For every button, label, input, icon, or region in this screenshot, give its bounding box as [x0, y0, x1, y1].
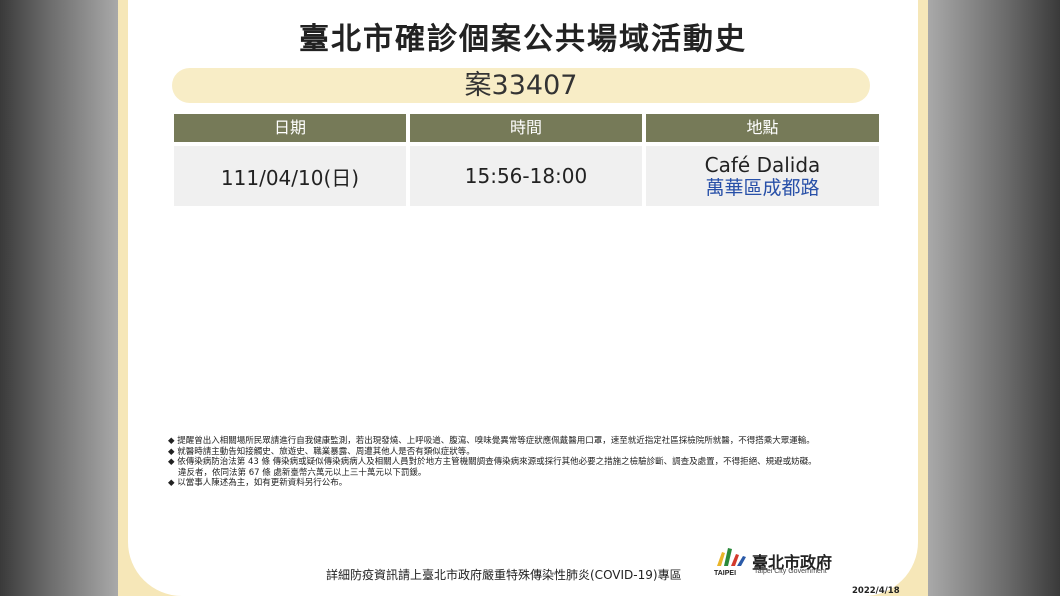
note-item: ◆ 以當事人陳述為主，如有更新資料另行公布。 — [168, 478, 348, 488]
case-id-badge: 案33407 — [172, 68, 870, 103]
taipei-logo-icon — [717, 548, 746, 566]
page-title: 臺北市確診個案公共場域活動史 — [299, 22, 747, 57]
note-item: ◆ 就醫時請主動告知接觸史、旅遊史、職業暴露、周遭其他人是否有類似症狀等。 — [168, 446, 475, 457]
place-name: Café Dalida — [704, 153, 821, 177]
place-area: 萬華區成都路 — [705, 177, 820, 199]
note-item: ◆ 提醒曾出入相關場所民眾請進行自我健康監測，若出現發燒、上呼吸道、腹瀉、嗅味覺… — [168, 436, 815, 446]
note-penalty: 違反者，依同法第 67 條 處新臺幣六萬元以上三十萬元以下罰鍰。 — [178, 467, 427, 478]
logo-sub-text: Taipei City Government — [754, 568, 827, 575]
time-value: 15:56-18:00 — [464, 164, 588, 188]
date-value: 111/04/10(日) — [220, 165, 360, 190]
activity-table: 日期 時間 地點 111/04/10(日) 15:56-18:00 Café D… — [174, 114, 879, 206]
logo-en-text: TAIPEI — [714, 570, 737, 577]
cell-date: 111/04/10(日) — [174, 146, 406, 206]
header-place: 地點 — [646, 114, 879, 142]
notes-list: ◆ 提醒曾出入相關場所民眾請進行自我健康監測，若出現發燒、上呼吸道、腹瀉、嗅味覺… — [168, 436, 898, 489]
footer-info: 詳細防疫資訊請上臺北市政府嚴重特殊傳染性肺炎(COVID-19)專區 — [326, 568, 682, 582]
right-backdrop — [928, 0, 1060, 596]
header-date: 日期 — [174, 114, 406, 142]
note-item: ◆ 依傳染病防治法第 43 條 傳染病或疑似傳染病病人及相關人員對於地方主管機關… — [168, 457, 817, 467]
header-time: 時間 — [410, 114, 642, 142]
taipei-logo: TAIPEI 臺北市政府 Taipei City Government — [714, 546, 844, 578]
date-stamp: 2022/4/18 — [852, 586, 900, 596]
cell-time: 15:56-18:00 — [410, 146, 642, 206]
cell-place: Café Dalida 萬華區成都路 — [646, 146, 879, 206]
left-backdrop — [0, 0, 118, 596]
